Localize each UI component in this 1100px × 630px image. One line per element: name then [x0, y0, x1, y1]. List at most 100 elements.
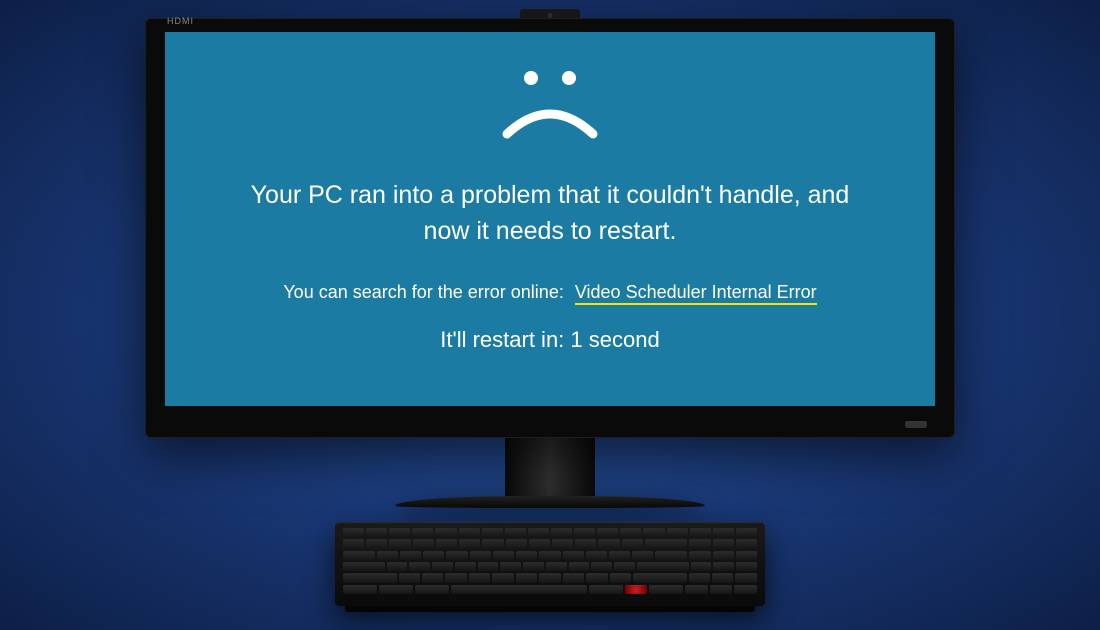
keyboard-key[interactable] [591, 562, 612, 571]
keyboard-key[interactable] [379, 585, 413, 594]
keyboard-key[interactable] [637, 562, 689, 571]
keyboard-key[interactable] [516, 573, 537, 582]
keyboard-key[interactable] [366, 539, 387, 548]
keyboard-key[interactable] [432, 562, 453, 571]
keyboard-key[interactable] [563, 551, 584, 560]
keyboard-key[interactable] [523, 562, 544, 571]
keyboard-key[interactable] [667, 528, 688, 537]
keyboard-key[interactable] [343, 585, 377, 594]
keyboard-key[interactable] [459, 539, 480, 548]
bsod-search-row: You can search for the error online: Vid… [283, 282, 816, 303]
keyboard-accent-key[interactable] [625, 585, 648, 594]
keyboard-key[interactable] [455, 562, 476, 571]
keyboard-key[interactable] [632, 551, 653, 560]
keyboard-key[interactable] [552, 539, 573, 548]
keyboard-key[interactable] [459, 528, 480, 537]
keyboard-key[interactable] [689, 539, 710, 548]
keyboard-key[interactable] [586, 573, 607, 582]
keyboard-key[interactable] [575, 539, 596, 548]
keyboard[interactable] [335, 522, 765, 606]
keyboard-key[interactable] [366, 528, 387, 537]
keyboard-key[interactable] [620, 528, 641, 537]
keyboard-key[interactable] [655, 551, 687, 560]
keyboard-key[interactable] [343, 551, 375, 560]
keyboard-key[interactable] [685, 585, 708, 594]
keyboard-key[interactable] [423, 551, 444, 560]
keyboard-key[interactable] [736, 528, 757, 537]
keyboard-key[interactable] [482, 539, 503, 548]
keyboard-key[interactable] [551, 528, 572, 537]
keyboard-key[interactable] [649, 585, 683, 594]
monitor-power-button[interactable] [905, 421, 927, 428]
keyboard-key[interactable] [609, 551, 630, 560]
keyboard-key[interactable] [377, 551, 398, 560]
keyboard-key[interactable] [493, 551, 514, 560]
keyboard-key[interactable] [633, 573, 687, 582]
keyboard-key[interactable] [539, 551, 560, 560]
keyboard-key[interactable] [529, 539, 550, 548]
keyboard-key[interactable] [506, 539, 527, 548]
keyboard-key[interactable] [343, 539, 364, 548]
keyboard-key[interactable] [713, 539, 734, 548]
keyboard-key[interactable] [343, 562, 385, 571]
keyboard-key[interactable] [736, 551, 757, 560]
monitor-brand-label: HDMI [167, 16, 194, 26]
keyboard-key[interactable] [492, 573, 513, 582]
keyboard-key[interactable] [446, 551, 467, 560]
keyboard-key[interactable] [539, 573, 560, 582]
keyboard-key[interactable] [409, 562, 430, 571]
keyboard-key[interactable] [528, 528, 549, 537]
keyboard-key[interactable] [482, 528, 503, 537]
keyboard-key[interactable] [734, 585, 757, 594]
keyboard-key[interactable] [569, 562, 590, 571]
keyboard-key[interactable] [470, 551, 491, 560]
keyboard-key[interactable] [645, 539, 687, 548]
keyboard-key[interactable] [586, 551, 607, 560]
keyboard-key[interactable] [389, 539, 410, 548]
keyboard-key[interactable] [689, 551, 710, 560]
keyboard-key[interactable] [710, 585, 733, 594]
keyboard-key[interactable] [713, 551, 734, 560]
keyboard-row [343, 551, 757, 560]
keyboard-key[interactable] [691, 562, 712, 571]
keyboard-key[interactable] [435, 528, 456, 537]
keyboard-key[interactable] [712, 573, 733, 582]
keyboard-key[interactable] [610, 573, 631, 582]
keyboard-key[interactable] [413, 539, 434, 548]
keyboard-key[interactable] [622, 539, 643, 548]
keyboard-key[interactable] [469, 573, 490, 582]
keyboard-key[interactable] [389, 528, 410, 537]
keyboard-key[interactable] [735, 573, 756, 582]
keyboard-key[interactable] [574, 528, 595, 537]
keyboard-key[interactable] [505, 528, 526, 537]
keyboard-key[interactable] [713, 528, 734, 537]
keyboard-key[interactable] [478, 562, 499, 571]
keyboard-key[interactable] [415, 585, 449, 594]
keyboard-key[interactable] [422, 573, 443, 582]
keyboard-key[interactable] [589, 585, 623, 594]
keyboard-key[interactable] [387, 562, 408, 571]
keyboard-row [343, 585, 757, 594]
keyboard-key[interactable] [736, 562, 757, 571]
keyboard-key[interactable] [343, 573, 397, 582]
keyboard-key[interactable] [436, 539, 457, 548]
keyboard-key[interactable] [736, 539, 757, 548]
keyboard-key[interactable] [445, 573, 466, 582]
keyboard-key[interactable] [598, 539, 619, 548]
keyboard-key[interactable] [343, 528, 364, 537]
keyboard-key[interactable] [400, 551, 421, 560]
keyboard-key[interactable] [597, 528, 618, 537]
keyboard-key[interactable] [516, 551, 537, 560]
keyboard-key[interactable] [500, 562, 521, 571]
keyboard-key[interactable] [563, 573, 584, 582]
keyboard-key[interactable] [546, 562, 567, 571]
keyboard-key[interactable] [643, 528, 664, 537]
keyboard-key[interactable] [690, 528, 711, 537]
keyboard-key[interactable] [412, 528, 433, 537]
keyboard-spacebar[interactable] [451, 585, 587, 594]
keyboard-key[interactable] [399, 573, 420, 582]
keyboard-key[interactable] [614, 562, 635, 571]
keyboard-key[interactable] [713, 562, 734, 571]
keyboard-key[interactable] [689, 573, 710, 582]
bsod-screen: Your PC ran into a problem that it could… [165, 32, 935, 406]
